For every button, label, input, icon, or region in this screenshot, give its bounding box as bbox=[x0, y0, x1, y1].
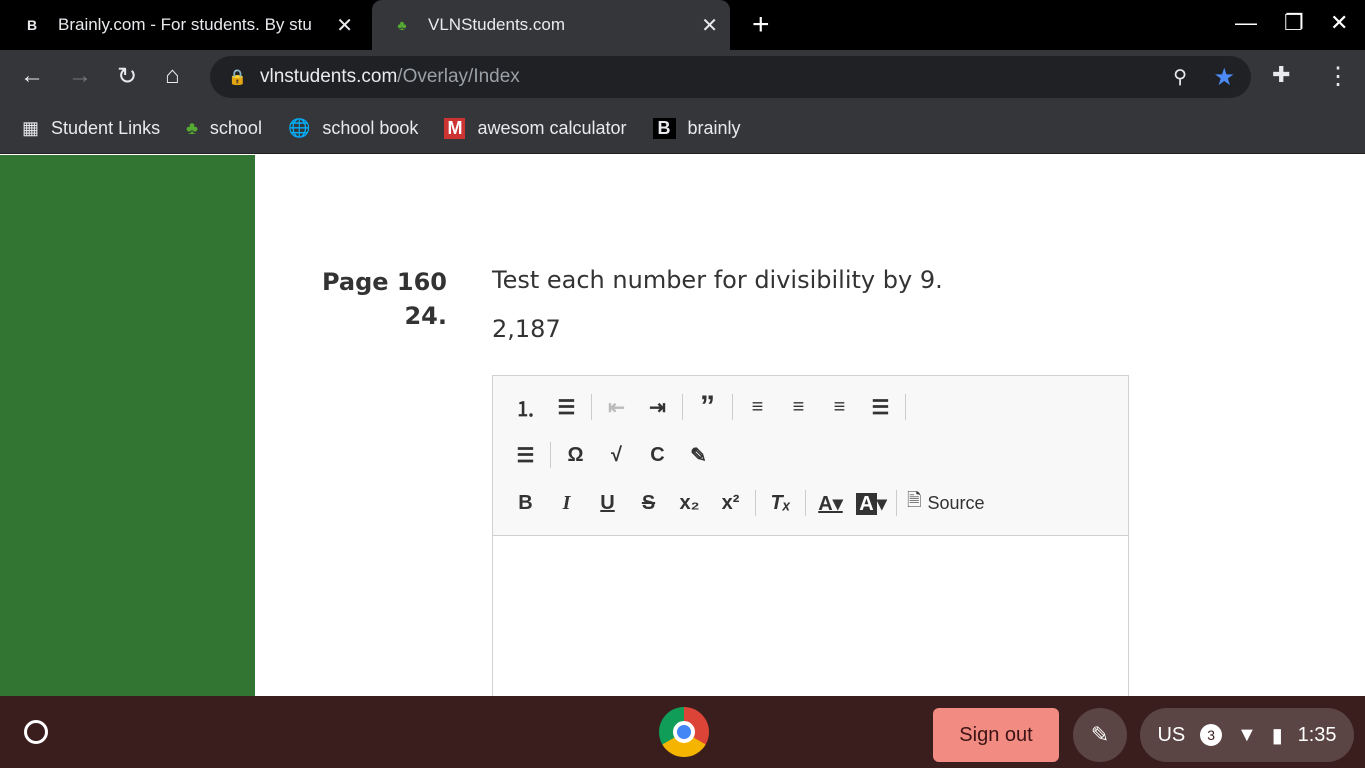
brainly-favicon-icon: B bbox=[26, 17, 38, 33]
menu-icon[interactable]: ⋮ bbox=[1326, 62, 1350, 91]
close-window-icon[interactable]: ✕ bbox=[1330, 10, 1348, 36]
separator bbox=[682, 394, 683, 420]
align-center-icon[interactable]: ≡ bbox=[778, 396, 819, 419]
indent-icon[interactable]: ⇥ bbox=[637, 395, 678, 420]
math-sqrt-icon[interactable]: √ bbox=[596, 444, 637, 467]
question-label: Page 160 24. bbox=[300, 265, 447, 333]
notification-count: 3 bbox=[1200, 724, 1223, 746]
page-number: Page 160 bbox=[321, 268, 447, 296]
input-locale: US bbox=[1157, 723, 1186, 746]
separator bbox=[905, 394, 906, 420]
close-tab-icon[interactable]: ✕ bbox=[336, 13, 353, 38]
browser-toolbar: ← → ↻ ⌂ 🔒 vlnstudents.com/Overlay/Index … bbox=[0, 50, 1365, 104]
bookmark-label: awesom calculator bbox=[477, 118, 627, 138]
address-bar[interactable]: 🔒 vlnstudents.com/Overlay/Index ⚲ ★ bbox=[210, 56, 1251, 98]
tab-title: VLNStudents.com bbox=[428, 15, 566, 34]
blockquote-icon[interactable]: ” bbox=[687, 390, 728, 424]
close-tab-icon[interactable]: ✕ bbox=[701, 13, 718, 38]
bookmark-label: Student Links bbox=[51, 118, 161, 138]
bookmark-label: school bbox=[209, 118, 262, 138]
bookmark-label: school book bbox=[322, 118, 419, 138]
special-character-icon[interactable]: Ω bbox=[555, 444, 596, 467]
home-icon[interactable]: ⌂ bbox=[165, 62, 180, 90]
bold-icon[interactable]: B bbox=[505, 492, 546, 515]
italic-icon[interactable]: I bbox=[546, 492, 587, 515]
tab-brainly[interactable]: B Brainly.com - For students. By stu ✕ bbox=[20, 0, 365, 50]
maximize-icon[interactable]: ❐ bbox=[1284, 10, 1304, 36]
globe-icon: 🌐 bbox=[287, 118, 311, 138]
source-icon: 🗎 bbox=[907, 490, 922, 510]
bookmark-awesom-calculator[interactable]: Mawesom calculator bbox=[444, 118, 627, 139]
superscript-icon[interactable]: x² bbox=[710, 492, 751, 515]
strikethrough-icon[interactable]: S bbox=[628, 492, 669, 515]
reload-icon[interactable]: ↻ bbox=[117, 62, 137, 91]
extensions-icon[interactable]: ✚ bbox=[1272, 62, 1290, 88]
minimize-icon[interactable]: — bbox=[1235, 10, 1257, 36]
separator bbox=[550, 442, 551, 468]
remove-format-icon[interactable]: Tₓ bbox=[760, 492, 801, 515]
tab-vlnstudents[interactable]: ♣ VLNStudents.com ✕ bbox=[372, 0, 730, 50]
separator bbox=[896, 490, 897, 516]
horizontal-line-icon[interactable]: ☰ bbox=[505, 443, 546, 468]
wifi-icon: ▼ bbox=[1237, 723, 1257, 746]
bookmark-star-icon[interactable]: ★ bbox=[1213, 63, 1235, 92]
separator bbox=[805, 490, 806, 516]
battery-icon: ▮ bbox=[1271, 724, 1283, 747]
url-domain: vlnstudents.com bbox=[260, 66, 398, 87]
taskbar: Sign out ✎ US 3 ▼ ▮ 1:35 bbox=[0, 696, 1365, 768]
clock: 1:35 bbox=[1297, 723, 1337, 746]
question-value: 2,187 bbox=[492, 315, 561, 343]
chemistry-icon[interactable]: C bbox=[637, 444, 678, 467]
source-button[interactable]: 🗎 Source bbox=[907, 488, 985, 518]
bookmarks-bar: ▦ Student Links ♣ school 🌐 school book Mawe… bbox=[0, 104, 1365, 154]
calculator-logo-icon: M bbox=[444, 118, 466, 139]
launcher-icon[interactable] bbox=[24, 720, 48, 744]
tab-title: Brainly.com - For students. By stu bbox=[58, 15, 312, 34]
rich-text-editor: ⒈ ☰ ⇤ ⇥ ” ≡ ≡ ≡ ☰ ☰ Ω √ C ✎ B I U S x₂ x… bbox=[492, 375, 1129, 705]
bookmark-brainly[interactable]: Bbrainly bbox=[652, 118, 741, 139]
pencil-draw-icon[interactable]: ✎ bbox=[678, 443, 719, 468]
sign-out-button[interactable]: Sign out bbox=[933, 708, 1059, 762]
underline-icon[interactable]: U bbox=[587, 492, 628, 515]
editor-content-area[interactable] bbox=[493, 536, 1128, 704]
back-icon[interactable]: ← bbox=[20, 62, 44, 90]
subscript-icon[interactable]: x₂ bbox=[669, 492, 710, 515]
background-color-icon[interactable]: A ▾ bbox=[851, 491, 892, 516]
numbered-list-icon[interactable]: ⒈ bbox=[505, 393, 546, 422]
outdent-icon[interactable]: ⇤ bbox=[596, 395, 637, 420]
status-tray[interactable]: US 3 ▼ ▮ 1:35 bbox=[1140, 708, 1354, 762]
tab-strip: B Brainly.com - For students. By stu ✕ ♣… bbox=[0, 0, 1365, 50]
source-label: Source bbox=[927, 492, 985, 513]
question-prompt: Test each number for divisibility by 9. bbox=[492, 266, 943, 294]
chrome-icon[interactable] bbox=[659, 707, 709, 757]
separator bbox=[732, 394, 733, 420]
justify-icon[interactable]: ☰ bbox=[860, 395, 901, 420]
lock-icon: 🔒 bbox=[228, 69, 247, 86]
bulleted-list-icon[interactable]: ☰ bbox=[546, 395, 587, 420]
bookmark-label: brainly bbox=[687, 118, 741, 138]
stylus-tools-icon[interactable]: ✎ bbox=[1073, 708, 1127, 762]
question-number: 24. bbox=[404, 302, 447, 330]
bookmark-student-links[interactable]: ▦ Student Links bbox=[22, 118, 160, 139]
green-sidebar bbox=[0, 155, 255, 696]
text-color-icon[interactable]: A▾ bbox=[810, 491, 851, 516]
separator bbox=[755, 490, 756, 516]
brainly-icon: B bbox=[652, 118, 676, 139]
editor-toolbar: ⒈ ☰ ⇤ ⇥ ” ≡ ≡ ≡ ☰ ☰ Ω √ C ✎ B I U S x₂ x… bbox=[493, 376, 1128, 536]
separator bbox=[591, 394, 592, 420]
folder-icon: ▦ bbox=[22, 118, 40, 138]
bookmark-school[interactable]: ♣ school bbox=[186, 118, 262, 139]
forward-icon[interactable]: → bbox=[68, 62, 92, 90]
tree-icon: ♣ bbox=[186, 118, 198, 138]
bookmark-school-book[interactable]: 🌐 school book bbox=[288, 118, 419, 139]
align-right-icon[interactable]: ≡ bbox=[819, 396, 860, 419]
zoom-icon[interactable]: ⚲ bbox=[1173, 66, 1187, 89]
new-tab-button[interactable]: + bbox=[752, 8, 770, 42]
tree-favicon-icon: ♣ bbox=[397, 17, 407, 33]
url-path: /Overlay/Index bbox=[397, 66, 520, 87]
align-left-icon[interactable]: ≡ bbox=[737, 396, 778, 419]
